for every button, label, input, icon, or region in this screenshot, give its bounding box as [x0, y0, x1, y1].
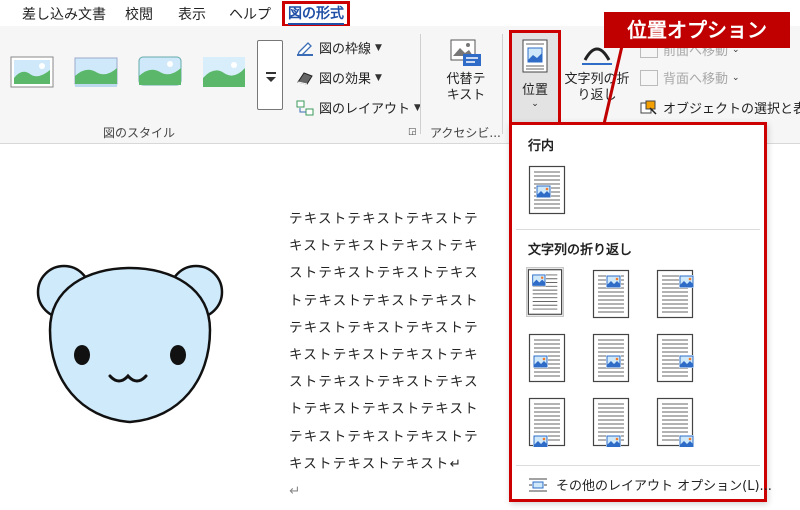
position-inline[interactable]	[528, 165, 566, 215]
position-bottom-right[interactable]	[656, 397, 694, 447]
picture-border-label: 図の枠線	[319, 42, 372, 57]
picture-effects-button[interactable]: 図の効果 ▼	[296, 68, 382, 87]
smartart-layout-icon	[296, 100, 314, 115]
send-backward-icon	[640, 69, 658, 86]
tab-review[interactable]: 校閲	[125, 4, 153, 24]
alt-text-icon	[450, 39, 481, 66]
group-separator	[420, 34, 421, 134]
group-label-picture-styles: 図のスタイル	[103, 126, 176, 140]
position-middle-center[interactable]	[592, 333, 630, 383]
selection-pane-icon	[640, 100, 657, 115]
picture-effects-label: 図の効果	[319, 72, 372, 87]
picture-layout-label: 図のレイアウト	[319, 102, 411, 117]
position-middle-right[interactable]	[656, 333, 694, 383]
alt-text-button[interactable]: 代替テ キスト	[440, 38, 492, 104]
selection-pane-label: オブジェクトの選択と表示	[663, 102, 800, 117]
tab-picture-format[interactable]: 図の形式	[282, 1, 350, 27]
position-icon	[522, 39, 548, 73]
menu-separator	[516, 465, 760, 466]
effects-icon	[297, 71, 313, 85]
picture-style-thumb-4[interactable]	[202, 56, 246, 88]
gallery-bar-glyph	[266, 72, 276, 74]
inline-section-header: 行内	[528, 139, 555, 154]
more-layout-options-item[interactable]: その他のレイアウト オプション(L)...	[528, 475, 772, 494]
picture-style-thumb-1[interactable]	[10, 56, 54, 88]
menu-separator	[516, 229, 760, 230]
position-top-center[interactable]	[592, 269, 630, 319]
position-bottom-center[interactable]	[592, 397, 630, 447]
group-label-accessibility: アクセシビ...	[430, 126, 501, 140]
bear-head	[48, 266, 212, 424]
position-bottom-left[interactable]	[528, 397, 566, 447]
position-options-callout: 位置オプション	[604, 12, 790, 48]
tab-view[interactable]: 表示	[178, 4, 206, 24]
doc-line: トテキストテキストテキスト	[289, 401, 479, 418]
group-separator	[502, 34, 503, 134]
picture-style-thumb-2[interactable]	[74, 56, 118, 88]
alt-text-label-line2: キスト	[446, 88, 486, 103]
doc-line: ストテキストテキストテキス	[289, 374, 479, 391]
dialog-launcher-icon[interactable]: ◲	[408, 127, 417, 137]
more-layout-options-label: その他のレイアウト オプション(L)...	[556, 479, 772, 494]
pen-icon	[297, 41, 313, 56]
picture-layout-button[interactable]: 図のレイアウト ▼	[296, 98, 421, 117]
doc-line: キストテキストテキストテキ	[289, 238, 479, 255]
send-backward-label: 背面へ移動	[663, 72, 729, 87]
bear-eye-left	[74, 345, 90, 365]
position-middle-left[interactable]	[528, 333, 566, 383]
wrap-text-label-line1: 文字列の折	[564, 72, 630, 87]
position-label: 位置	[521, 83, 548, 98]
style-gallery-more-button[interactable]	[257, 40, 283, 110]
selection-pane-button[interactable]: オブジェクトの選択と表示	[640, 98, 800, 117]
doc-line: テキストテキストテキストテ	[289, 319, 479, 336]
wrap-section-header: 文字列の折り返し	[528, 243, 633, 258]
doc-line: キストテキストテキストテキ	[289, 347, 479, 364]
chevron-down-icon: ⌄	[732, 72, 740, 83]
position-button[interactable]: 位置 ⌄	[509, 30, 561, 126]
position-top-right[interactable]	[656, 269, 694, 319]
alt-text-label-line1: 代替テ	[446, 72, 486, 87]
picture-border-button[interactable]: 図の枠線 ▼	[296, 38, 382, 57]
tab-mailings[interactable]: 差し込み文書	[22, 4, 106, 24]
tab-help[interactable]: ヘルプ	[229, 4, 271, 24]
chevron-down-icon: ▼	[375, 42, 382, 53]
chevron-down-icon: ▼	[375, 72, 382, 83]
wrap-text-label-line2: り返し	[577, 88, 617, 103]
chevron-down-icon	[266, 77, 276, 82]
doc-line: トテキストテキストテキスト	[289, 292, 479, 309]
document-body-text[interactable]: テキストテキストテキストテ キストテキストテキストテキ ストテキストテキストテキ…	[289, 206, 511, 505]
position-options-dropdown: 行内 文字列の折り返し その他のレイアウト オプション(L)...	[509, 122, 772, 502]
doc-line: ストテキストテキストテキス	[289, 265, 479, 282]
position-top-left[interactable]	[526, 267, 564, 317]
paragraph-mark: ↵	[289, 483, 302, 500]
picture-style-thumb-3[interactable]	[138, 56, 182, 88]
doc-line: テキストテキストテキストテ	[289, 428, 479, 445]
layout-options-icon	[529, 478, 547, 491]
send-backward-button[interactable]: 背面へ移動 ⌄	[640, 68, 740, 87]
bear-eye-right	[170, 345, 186, 365]
chevron-down-icon: ⌄	[531, 99, 539, 109]
doc-line: テキストテキストテキストテ	[289, 211, 479, 227]
bear-image[interactable]	[20, 258, 240, 438]
doc-line: キストテキストテキスト↵	[289, 455, 462, 472]
